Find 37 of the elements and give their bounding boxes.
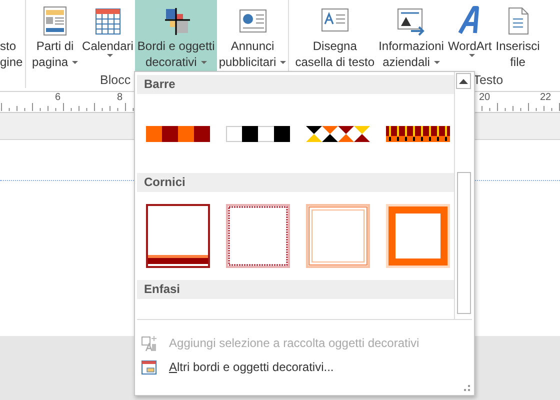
ribbon-button[interactable]: Informazioni aziendali: [376, 0, 446, 71]
group-label: Blocc: [100, 72, 131, 88]
section-header: Barre: [137, 75, 454, 94]
menu-item[interactable]: Altri bordi e oggetti decorativi...: [139, 355, 470, 379]
caret-icon: [200, 60, 207, 64]
up-arrow-icon: [459, 78, 468, 84]
caret-icon: [72, 60, 78, 64]
caret-icon: [106, 54, 113, 57]
ribbon-button[interactable]: Annunci pubblicitari: [216, 0, 288, 71]
ribbon-button[interactable]: Disegna casella di testo: [293, 0, 377, 71]
border-bar-drawing[interactable]: [226, 126, 290, 142]
ribbon-button[interactable]: Parti di pagina: [30, 0, 80, 71]
border-bar-drawing[interactable]: [146, 126, 210, 142]
caret-icon: [280, 60, 286, 64]
ribbon-button[interactable]: Bordi e oggetti decorativi: [135, 0, 217, 71]
frame-drawing[interactable]: [226, 204, 290, 268]
section-header: Cornici: [137, 173, 454, 192]
ruler-number: 8: [117, 93, 123, 103]
ribbon-button[interactable]: Calendari: [80, 0, 136, 71]
add-to-gallery-icon: [141, 335, 157, 351]
scroll-up-button[interactable]: [456, 73, 471, 89]
ruler-number: 20: [479, 93, 490, 103]
ribbon-button[interactable]: WordArt: [446, 0, 494, 71]
ribbon-button[interactable]: Inserisci file: [494, 0, 542, 71]
ruler-number: 6: [55, 93, 61, 103]
resize-grip-icon[interactable]: [464, 385, 470, 391]
border-bar-drawing[interactable]: [386, 126, 450, 142]
caret-icon: [434, 60, 440, 64]
ruler-number: 22: [540, 93, 552, 103]
section-header: Enfasi: [137, 280, 454, 299]
scroll-thumb[interactable]: [456, 172, 470, 314]
ribbon-button[interactable]: sto gine: [0, 0, 23, 71]
border-bar-drawing[interactable]: [306, 126, 370, 142]
borders-dialog-icon: [141, 359, 157, 375]
frame-drawing[interactable]: [146, 204, 210, 268]
caret-icon: [468, 54, 475, 57]
group-label: Testo: [473, 72, 504, 88]
